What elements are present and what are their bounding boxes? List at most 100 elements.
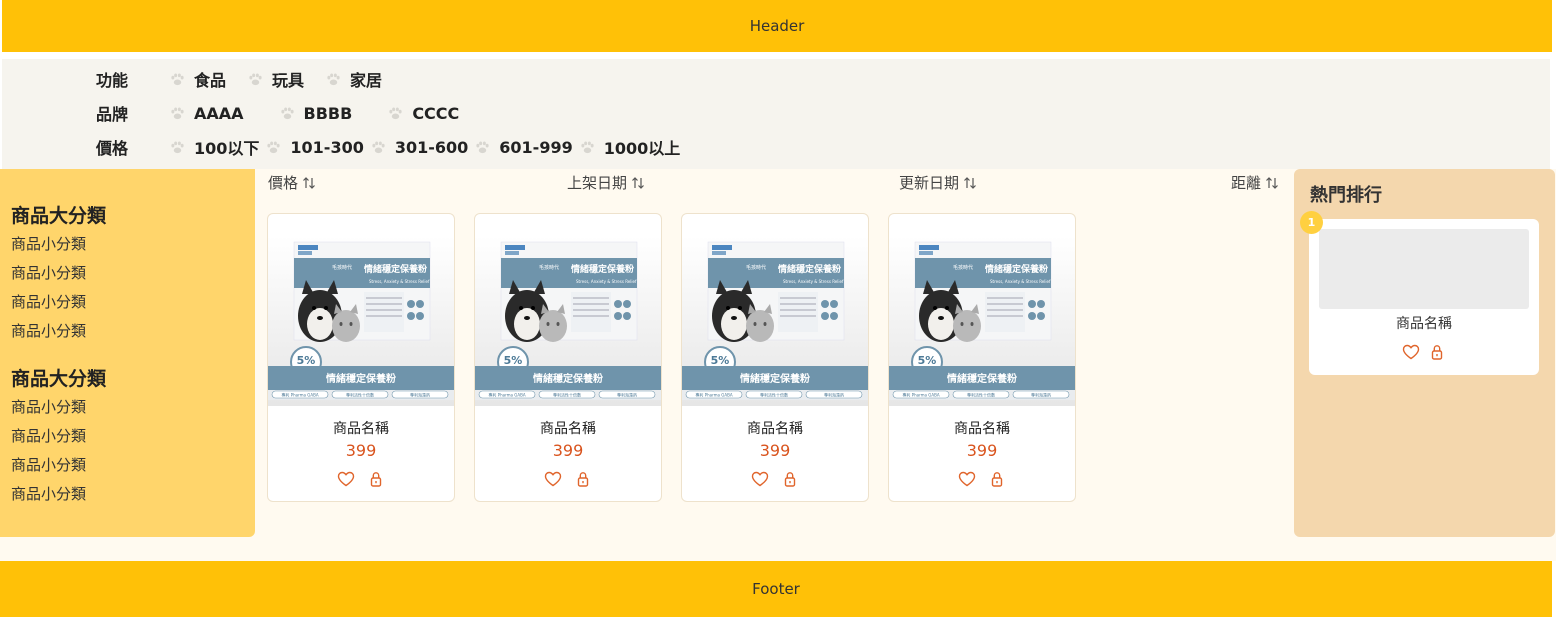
category-title[interactable]: 商品大分類	[11, 201, 106, 228]
sort-price-label: 價格	[268, 174, 299, 192]
svg-text:專利 Pharma GABA: 專利 Pharma GABA	[488, 392, 525, 398]
lock-icon[interactable]	[781, 470, 799, 488]
sort-arrows-icon	[964, 176, 976, 189]
product-actions	[475, 470, 661, 488]
sort-updated-date[interactable]: 更新日期	[899, 172, 977, 193]
filter-row-function: 功能 食品 玩具 家居	[96, 67, 382, 91]
paw-icon	[249, 72, 262, 85]
svg-text:專利海藻鈣: 專利海藻鈣	[824, 392, 844, 398]
filter-option-bbbb[interactable]: BBBB	[280, 104, 352, 123]
subcategory-item[interactable]: 商品小分類	[11, 320, 86, 341]
ranking-card[interactable]: 商品名稱	[1309, 219, 1539, 375]
product-name[interactable]: 商品名稱	[475, 418, 661, 438]
svg-text:情緒穩定保養粉: 情緒穩定保養粉	[947, 372, 1017, 385]
subcategory-item[interactable]: 商品小分類	[11, 262, 86, 283]
filter-option-aaaa[interactable]: AAAA	[170, 104, 244, 123]
lock-icon[interactable]	[367, 470, 385, 488]
rank-badge: 1	[1300, 211, 1323, 234]
subcategory-item[interactable]: 商品小分類	[11, 483, 86, 504]
filter-option-food[interactable]: 食品	[170, 67, 226, 91]
heart-icon[interactable]	[958, 470, 976, 488]
svg-text:專利活性十倍敷: 專利活性十倍敷	[760, 392, 788, 398]
svg-text:5%: 5%	[711, 354, 730, 367]
sort-distance[interactable]: 距離	[1231, 172, 1279, 193]
sort-arrows-icon	[632, 176, 644, 189]
filter-option-toys[interactable]: 玩具	[248, 67, 304, 91]
page-header: Header	[2, 0, 1552, 52]
svg-text:情緒穩定保養粉: 情緒穩定保養粉	[984, 263, 1048, 275]
sort-price[interactable]: 價格	[268, 172, 316, 193]
paw-icon	[171, 72, 184, 85]
product-image[interactable]: 毛孩時代 情緒穩定保養粉 Stress, Anxiety & Stress Re…	[889, 236, 1075, 406]
svg-text:情緒穩定保養粉: 情緒穩定保養粉	[326, 372, 396, 385]
filter-option-price-5[interactable]: 1000以上	[580, 135, 681, 159]
category-title[interactable]: 商品大分類	[11, 364, 106, 391]
svg-text:Stress, Anxiety & Stress Relie: Stress, Anxiety & Stress Relief	[576, 279, 637, 284]
page-footer: Footer	[0, 561, 1552, 617]
lock-icon[interactable]	[988, 470, 1006, 488]
ranking-product-image[interactable]	[1319, 229, 1529, 309]
filter-option-label: CCCC	[412, 103, 460, 123]
svg-text:情緒穩定保養粉: 情緒穩定保養粉	[363, 263, 427, 275]
product-image[interactable]: 毛孩時代 情緒穩定保養粉 Stress, Anxiety & Stress Re…	[475, 236, 661, 406]
svg-text:專利 Pharma GABA: 專利 Pharma GABA	[281, 392, 318, 398]
category-sidebar: 商品大分類 商品小分類 商品小分類 商品小分類 商品小分類 商品大分類 商品小分…	[0, 169, 255, 537]
paw-icon	[171, 140, 184, 153]
filter-option-price-3[interactable]: 301-600	[371, 138, 468, 157]
sort-listed-label: 上架日期	[567, 174, 628, 192]
ranking-title: 熱門排行	[1310, 185, 1382, 206]
heart-icon[interactable]	[544, 470, 562, 488]
subcategory-item[interactable]: 商品小分類	[11, 291, 86, 312]
paw-icon	[280, 106, 294, 119]
product-name[interactable]: 商品名稱	[889, 418, 1075, 438]
product-name[interactable]: 商品名稱	[268, 418, 454, 438]
svg-text:專利海藻鈣: 專利海藻鈣	[1031, 392, 1051, 398]
svg-text:專利海藻鈣: 專利海藻鈣	[617, 392, 637, 398]
paw-icon	[372, 140, 385, 153]
svg-text:毛孩時代: 毛孩時代	[746, 264, 766, 271]
svg-text:專利海藻鈣: 專利海藻鈣	[410, 392, 430, 398]
filter-option-label: 101-300	[290, 137, 364, 157]
filter-option-price-2[interactable]: 101-300	[266, 137, 364, 157]
subcategory-item[interactable]: 商品小分類	[11, 454, 86, 475]
product-name[interactable]: 商品名稱	[682, 418, 868, 438]
filter-option-cccc[interactable]: CCCC	[388, 104, 459, 123]
subcategory-item[interactable]: 商品小分類	[11, 425, 86, 446]
product-price: 399	[345, 441, 377, 460]
ranking-actions	[1309, 343, 1539, 361]
heart-icon[interactable]	[751, 470, 769, 488]
product-image[interactable]: 毛孩時代 情緒穩定保養粉 Stress, Anxiety & Stress Re…	[268, 236, 454, 406]
lock-icon[interactable]	[1428, 343, 1446, 361]
subcategory-item[interactable]: 商品小分類	[11, 396, 86, 417]
svg-text:毛孩時代: 毛孩時代	[953, 264, 973, 271]
filter-option-price-1[interactable]: 100以下	[170, 135, 259, 159]
product-image[interactable]: 毛孩時代 情緒穩定保養粉 Stress, Anxiety & Stress Re…	[682, 236, 868, 406]
subcategory-item[interactable]: 商品小分類	[11, 233, 86, 254]
paw-icon	[389, 106, 402, 119]
heart-icon[interactable]	[1402, 343, 1420, 361]
filter-option-home[interactable]: 家居	[326, 67, 382, 91]
product-card[interactable]: 毛孩時代 情緒穩定保養粉 Stress, Anxiety & Stress Re…	[888, 213, 1076, 502]
filter-option-price-4[interactable]: 601-999	[475, 138, 573, 157]
sort-listed-date[interactable]: 上架日期	[567, 172, 645, 193]
lock-icon[interactable]	[574, 470, 592, 488]
sort-distance-label: 距離	[1231, 174, 1262, 192]
svg-text:專利 Pharma GABA: 專利 Pharma GABA	[902, 392, 939, 398]
sort-updated-label: 更新日期	[899, 174, 960, 192]
filter-option-label: 食品	[194, 71, 227, 90]
sort-arrows-icon	[303, 176, 315, 189]
filter-label-function: 功能	[96, 71, 129, 90]
product-card[interactable]: 毛孩時代 情緒穩定保養粉 Stress, Anxiety & Stress Re…	[474, 213, 662, 502]
filter-panel: 功能 食品 玩具 家居 品牌 AAAA BBBB CCCC 價格 100以下 1…	[2, 59, 1550, 169]
filter-option-label: AAAA	[194, 103, 244, 123]
ranking-product-name[interactable]: 商品名稱	[1309, 313, 1539, 333]
product-card[interactable]: 毛孩時代 情緒穩定保養粉 Stress, Anxiety & Stress Re…	[267, 213, 455, 502]
svg-text:Stress, Anxiety & Stress Relie: Stress, Anxiety & Stress Relief	[783, 279, 844, 284]
paw-icon	[267, 140, 281, 153]
product-card[interactable]: 毛孩時代 情緒穩定保養粉 Stress, Anxiety & Stress Re…	[681, 213, 869, 502]
filter-option-label: 1000以上	[603, 139, 681, 158]
header-label: Header	[749, 17, 805, 35]
svg-text:情緒穩定保養粉: 情緒穩定保養粉	[777, 263, 841, 275]
heart-icon[interactable]	[337, 470, 355, 488]
paw-icon	[327, 72, 340, 85]
